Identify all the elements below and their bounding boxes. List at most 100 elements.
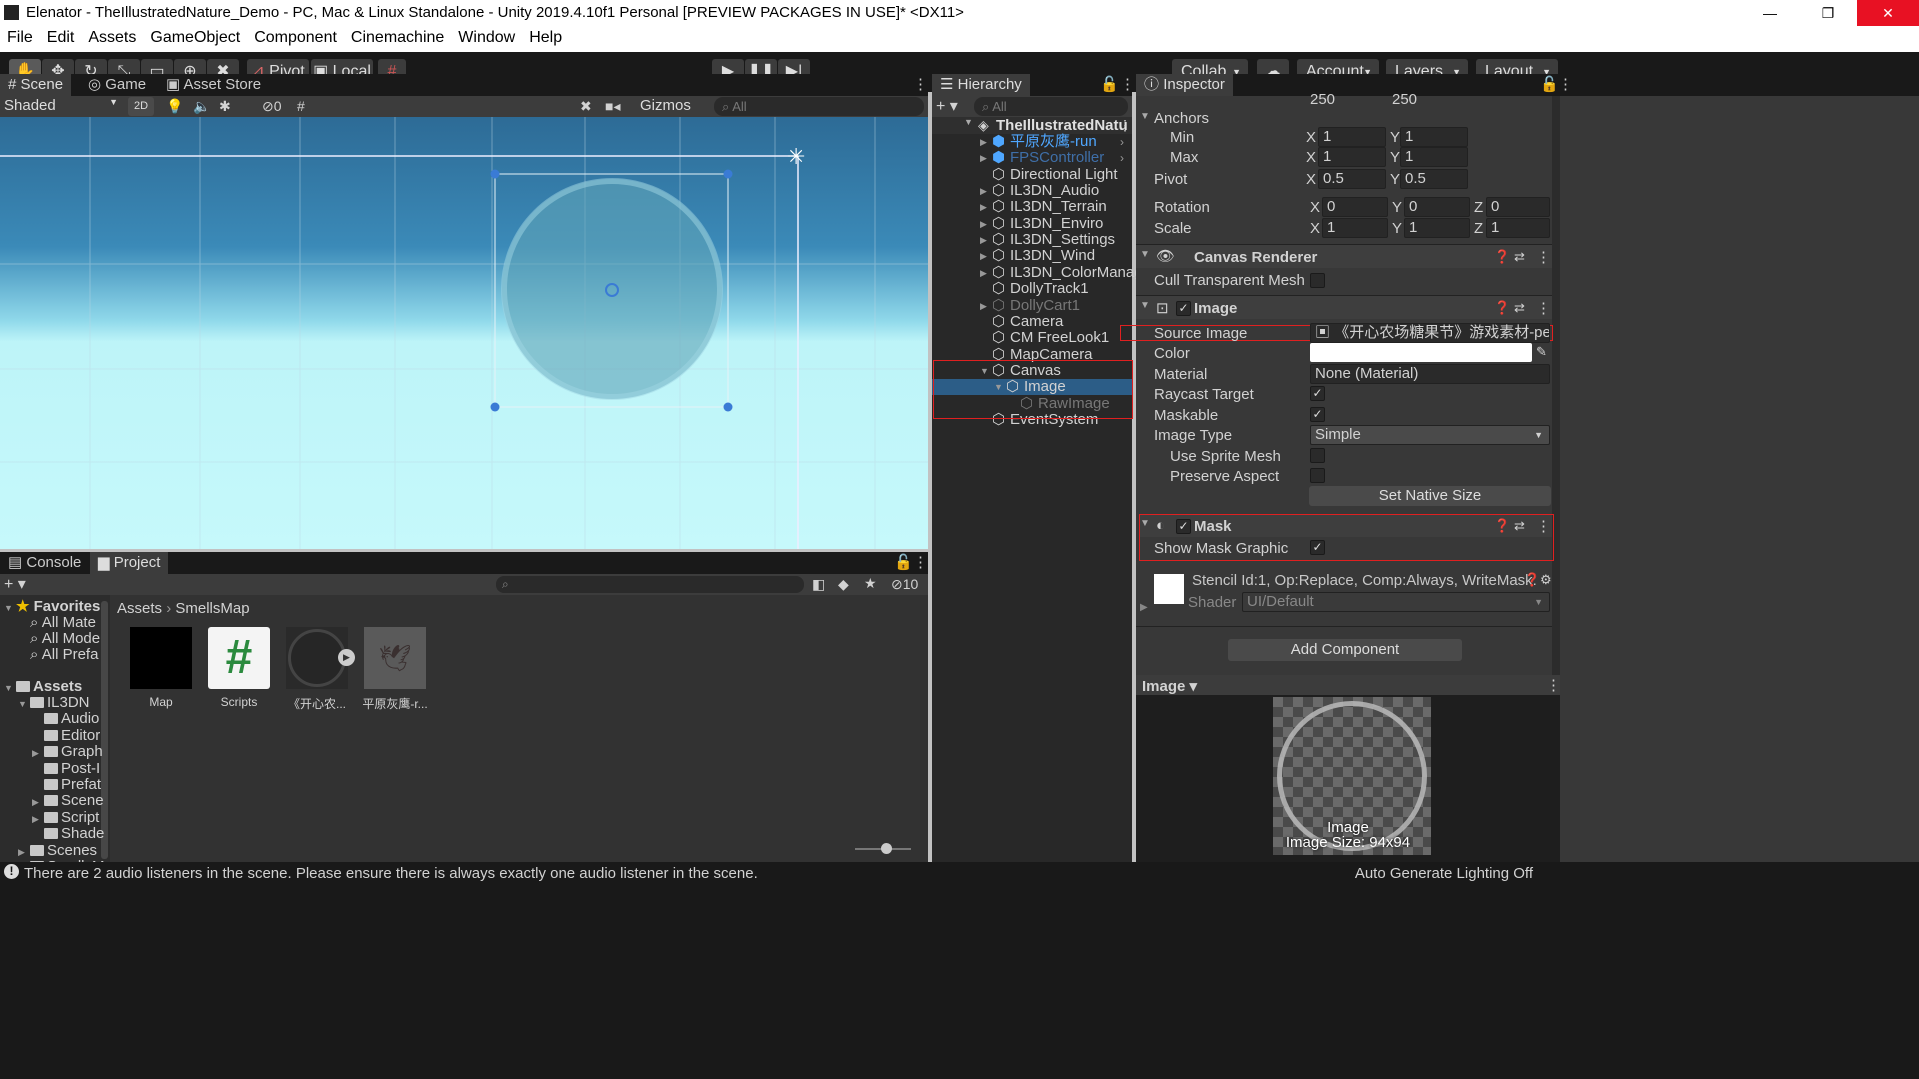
folder-tree-item[interactable]: ▶ Script — [32, 809, 99, 826]
lighting-icon[interactable]: 💡 — [166, 98, 183, 115]
folder-tree-item[interactable]: ▶ Scene — [32, 793, 104, 809]
anchor-min-x[interactable]: 1 — [1318, 127, 1386, 147]
assets-header[interactable]: ▼ Assets — [4, 679, 82, 695]
project-search-input[interactable]: ⌕ — [496, 576, 804, 593]
mask-enabled-checkbox[interactable]: ✓ — [1176, 519, 1191, 534]
effects-icon[interactable]: ✱ — [219, 98, 231, 115]
asset-thumbnail-script[interactable]: # — [208, 627, 270, 689]
breadcrumb-assets[interactable]: Assets — [117, 600, 162, 617]
tab-asset-store[interactable]: ▣ Asset Store — [158, 74, 269, 96]
favorites-header[interactable]: ▼ ★ Favorites — [4, 599, 100, 615]
hierarchy-item[interactable]: ⬡ Directional Light — [932, 166, 1132, 183]
menu-gameobject[interactable]: GameObject — [143, 26, 247, 47]
shading-dropdown[interactable]: Shaded ▼ — [4, 97, 120, 116]
hidden-packages-icon[interactable]: ⊘10 — [891, 576, 918, 593]
scale-x[interactable]: 1 — [1322, 218, 1388, 238]
filter-label-icon[interactable]: ◆ — [838, 576, 849, 593]
close-button[interactable]: ✕ — [1857, 0, 1919, 26]
scene-root-row[interactable]: ▼ ◈ TheIllustratedNatu ⋮ — [932, 117, 1132, 134]
scale-z[interactable]: 1 — [1486, 218, 1550, 238]
scene-viewport[interactable]: ✳ — [0, 117, 928, 549]
tab-project[interactable]: ▆ Project — [90, 552, 169, 574]
hierarchy-search-input[interactable]: ⌕ All — [974, 97, 1128, 116]
scene-menu-icon[interactable]: ⋮ — [1118, 117, 1132, 134]
tree-scrollbar[interactable] — [101, 601, 108, 859]
camera-icon[interactable]: ■◂ — [605, 98, 620, 115]
settings-gear-icon[interactable]: ⚙ — [1540, 572, 1552, 588]
eyedropper-icon[interactable]: ✎ — [1536, 344, 1547, 360]
audio-icon[interactable]: 🔈 — [193, 98, 210, 115]
source-image-field[interactable]: ▣ 《开心农场糖果节》游戏素材-petlanc — [1310, 323, 1550, 343]
grid-icon[interactable]: # — [297, 98, 305, 114]
use-sprite-mesh-checkbox[interactable] — [1310, 448, 1325, 463]
image-type-dropdown[interactable]: Simple ▼ — [1310, 425, 1550, 445]
tab-console[interactable]: ▤ Console — [0, 552, 89, 574]
pivot-y[interactable]: 0.5 — [1400, 169, 1468, 189]
mask-component-header[interactable]: ▼ ◐ ✓ Mask ❓ ⇄ ⋮ — [1140, 515, 1552, 537]
folder-tree-item[interactable]: Audio — [32, 711, 99, 727]
chevron-right-icon[interactable]: › — [1120, 134, 1124, 150]
preset-icon[interactable]: ⇄ — [1514, 249, 1525, 265]
component-menu-icon[interactable]: ⋮ — [1536, 299, 1551, 317]
hierarchy-item[interactable]: ▶ ⬡ DollyCart1 — [932, 297, 1132, 314]
hierarchy-item[interactable]: ⬡ DollyTrack1 — [932, 281, 1132, 297]
show-mask-graphic-checkbox[interactable]: ✓ — [1310, 540, 1325, 555]
hierarchy-item[interactable]: ⬡ CM FreeLook1 — [932, 330, 1132, 346]
image-component-header[interactable]: ▼ ⊡ ✓ Image ❓ ⇄ ⋮ — [1136, 295, 1552, 319]
raycast-target-checkbox[interactable]: ✓ — [1310, 386, 1325, 401]
maskable-checkbox[interactable]: ✓ — [1310, 407, 1325, 422]
gizmos-dropdown[interactable]: Gizmos — [640, 97, 706, 116]
hidden-objects-icon[interactable]: ⊘0 — [262, 98, 282, 115]
folder-tree-item[interactable]: ▶ Scenes — [18, 842, 97, 859]
maximize-button[interactable]: ❐ — [1799, 0, 1857, 26]
image-enabled-checkbox[interactable]: ✓ — [1176, 301, 1191, 316]
rotation-y[interactable]: 0 — [1404, 197, 1470, 217]
height-field[interactable]: 250 — [1388, 91, 1466, 111]
tools-icon[interactable]: ✖ — [580, 98, 592, 115]
slider-handle[interactable] — [881, 843, 892, 854]
breadcrumb-smellsmap[interactable]: SmellsMap — [175, 600, 249, 617]
expand-arrow-icon[interactable]: ▶ — [980, 298, 987, 314]
menu-help[interactable]: Help — [522, 26, 569, 47]
project-menu-icon[interactable]: ⋮ — [905, 552, 936, 574]
menu-edit[interactable]: Edit — [40, 26, 82, 47]
expand-arrow-icon[interactable]: ▶ — [980, 248, 987, 264]
hierarchy-item[interactable]: ▶ ⬡ IL3DN_ColorManage — [932, 264, 1151, 281]
expand-arrow-icon[interactable]: ▶ — [980, 183, 987, 199]
hierarchy-item[interactable]: ▶ ⬡ IL3DN_Settings — [932, 232, 1132, 248]
rotation-z[interactable]: 0 — [1486, 197, 1550, 217]
component-menu-icon[interactable]: ⋮ — [1536, 248, 1551, 266]
pivot-x[interactable]: 0.5 — [1318, 169, 1386, 189]
project-create-button[interactable]: + ▾ — [4, 574, 26, 594]
set-native-size-button[interactable]: Set Native Size — [1309, 486, 1551, 506]
filter-type-icon[interactable]: ◧ — [812, 576, 825, 593]
favorite-item[interactable]: ⌕ All Mode — [30, 631, 100, 647]
tab-game[interactable]: ◎ Game — [80, 74, 154, 96]
folder-tree-item[interactable]: Prefat — [32, 777, 101, 793]
help-icon[interactable]: ❓ — [1494, 300, 1510, 316]
folder-tree-item[interactable]: Editor — [32, 727, 100, 744]
preserve-aspect-checkbox[interactable] — [1310, 468, 1325, 483]
menu-assets[interactable]: Assets — [81, 26, 143, 47]
help-icon[interactable]: ❓ — [1524, 572, 1540, 588]
shader-dropdown[interactable]: UI/Default ▼ — [1242, 592, 1550, 612]
asset-thumbnail-circle[interactable]: ▶ — [286, 627, 355, 689]
hierarchy-item[interactable]: ▶ ⬢ FPSController › — [932, 150, 1132, 166]
tab-inspector[interactable]: ⓘ Inspector — [1136, 74, 1233, 96]
color-swatch[interactable] — [1310, 343, 1532, 362]
anchor-max-x[interactable]: 1 — [1318, 147, 1386, 167]
rotation-x[interactable]: 0 — [1322, 197, 1388, 217]
hierarchy-item[interactable]: ▶ ⬡ IL3DN_Terrain — [932, 199, 1132, 215]
play-preview-icon[interactable]: ▶ — [338, 649, 355, 666]
asset-thumbnail-black[interactable] — [130, 627, 192, 689]
expand-arrow-icon[interactable]: ▶ — [980, 150, 987, 166]
width-field[interactable]: 250 — [1306, 91, 1384, 111]
anchor-max-y[interactable]: 1 — [1400, 147, 1468, 167]
hierarchy-item[interactable]: ▶ ⬡ IL3DN_Audio — [932, 183, 1132, 199]
expand-arrow-icon[interactable]: ▶ — [980, 199, 987, 215]
favorite-star-icon[interactable]: ★ — [864, 575, 877, 592]
menu-cinemachine[interactable]: Cinemachine — [344, 26, 451, 47]
canvas-renderer-header[interactable]: ▼ 👁 Canvas Renderer ❓ ⇄ ⋮ — [1136, 244, 1552, 268]
expand-arrow-icon[interactable]: ▶ — [980, 265, 987, 281]
expand-arrow-icon[interactable]: ▶ — [980, 134, 987, 150]
